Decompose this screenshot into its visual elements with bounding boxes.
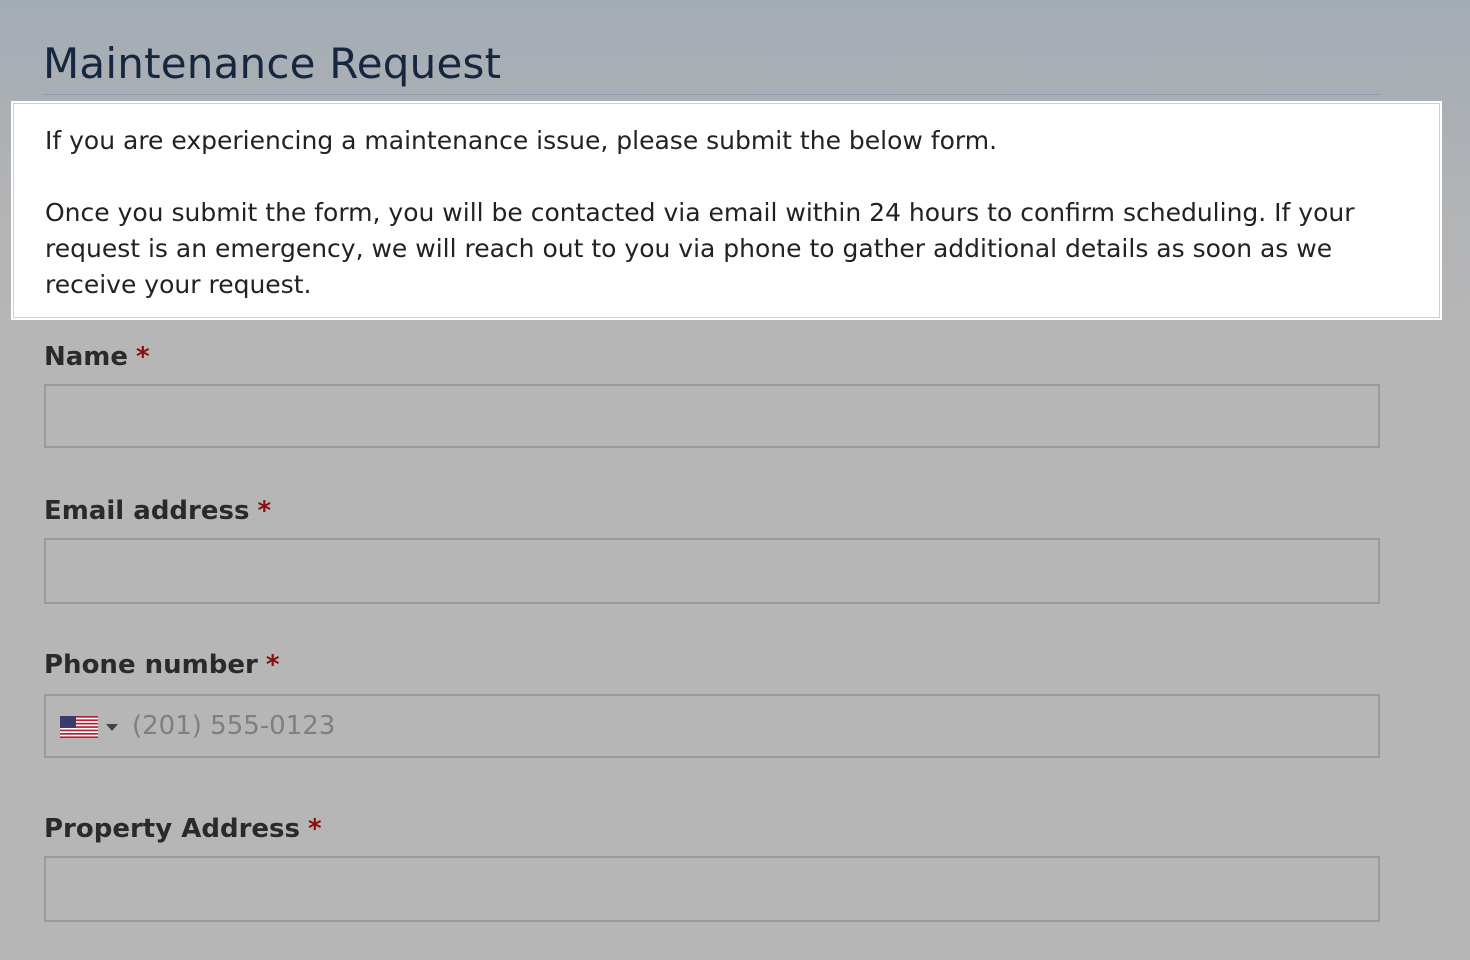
property-address-label-text: Property Address <box>44 814 300 844</box>
intro-paragraph-1: If you are experiencing a maintenance is… <box>45 126 998 155</box>
phone-input[interactable] <box>132 696 1372 756</box>
required-marker: * <box>257 496 272 526</box>
required-marker: * <box>308 814 322 844</box>
email-label: Email address * <box>44 495 271 527</box>
name-input[interactable] <box>44 384 1380 448</box>
country-code-dropdown[interactable] <box>58 714 126 740</box>
phone-label-text: Phone number <box>44 650 258 680</box>
required-marker: * <box>265 650 280 680</box>
property-address-label: Property Address * <box>44 813 322 845</box>
intro-panel: If you are experiencing a maintenance is… <box>11 101 1442 320</box>
email-label-text: Email address <box>44 496 250 526</box>
name-label: Name * <box>44 341 150 373</box>
phone-label: Phone number * <box>44 649 279 681</box>
required-marker: * <box>136 342 150 372</box>
title-divider <box>43 94 1380 95</box>
us-flag-icon <box>60 716 98 738</box>
email-input[interactable] <box>44 538 1380 604</box>
intro-paragraph-2: Once you submit the form, you will be co… <box>45 198 1355 299</box>
phone-field <box>44 694 1380 758</box>
chevron-down-icon <box>106 724 118 731</box>
page-title: Maintenance Request <box>43 39 502 88</box>
name-label-text: Name <box>44 342 129 372</box>
property-address-input[interactable] <box>44 856 1380 922</box>
